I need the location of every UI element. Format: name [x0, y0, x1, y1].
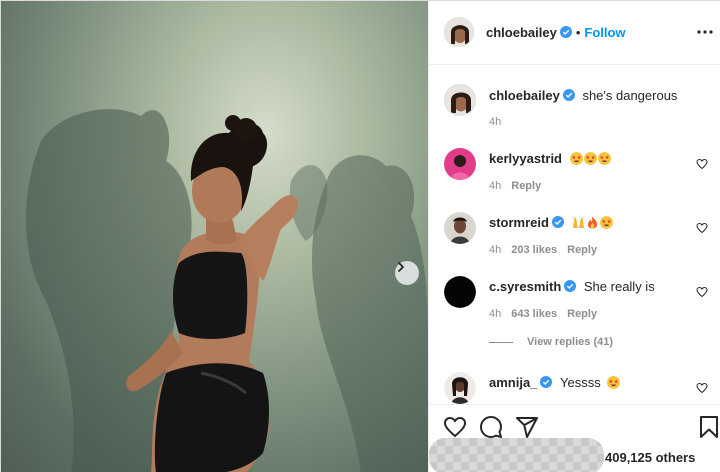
fire-emoji-icon	[587, 216, 597, 229]
comment-username[interactable]: kerlyyastrid	[489, 151, 562, 166]
view-replies-divider	[489, 341, 513, 343]
avatar[interactable]	[444, 372, 476, 404]
heart-outline-icon[interactable]	[443, 415, 467, 439]
comment-likes[interactable]: 643 likes	[511, 308, 557, 320]
verified-badge-icon	[559, 26, 572, 38]
next-photo-button[interactable]	[395, 261, 419, 285]
avatar[interactable]	[444, 212, 476, 244]
verified-badge-icon	[564, 280, 577, 292]
caption-text: she's dangerous	[582, 88, 678, 103]
view-replies-label: View replies (41)	[527, 336, 614, 348]
likes-count[interactable]: 409,125 others	[605, 450, 695, 465]
comment-emojis	[569, 151, 612, 166]
star-struck-emoji-icon	[583, 152, 597, 165]
avatar-image	[445, 18, 473, 46]
comment-time[interactable]: 4h	[489, 244, 501, 256]
comment-text-line: stormreid	[489, 214, 614, 232]
caption-row: chloebailey she's dangerous 4h	[429, 84, 720, 134]
avatar-image	[445, 85, 475, 115]
raising-hands-emoji-icon	[572, 216, 584, 228]
caption-meta: 4h	[489, 116, 511, 128]
comment-time[interactable]: 4h	[489, 180, 501, 192]
paper-plane-icon[interactable]	[515, 415, 539, 439]
comment-text-line: kerlyyastrid	[489, 150, 612, 168]
comment-text-line: amnija_ Yessss	[489, 374, 621, 392]
comments-list[interactable]: chloebailey she's dangerous 4h kerlyyast…	[429, 66, 720, 404]
comment-row: c.syresmith She really is 4h 643 likes Rep…	[429, 276, 720, 326]
reply-button[interactable]: Reply	[567, 308, 597, 320]
verified-badge-icon	[562, 89, 575, 101]
caption-text-line: chloebailey she's dangerous	[489, 87, 677, 105]
heart-outline-icon[interactable]	[696, 286, 708, 298]
reply-button[interactable]: Reply	[511, 180, 541, 192]
caption-username[interactable]: chloebailey	[489, 88, 560, 103]
verified-badge-icon	[540, 376, 553, 388]
post-side-panel: chloebailey • Follow chloebailey she's d…	[428, 1, 720, 472]
comment-text-line: c.syresmith She really is	[489, 278, 655, 296]
post-photo[interactable]	[1, 1, 428, 472]
post-dialog: chloebailey • Follow chloebailey she's d…	[0, 0, 720, 472]
avatar-image	[444, 372, 476, 404]
comment-emojis	[572, 215, 614, 230]
comment-text: Yessss	[560, 375, 601, 390]
more-horizontal-icon[interactable]	[696, 23, 714, 41]
comment-meta: 4h Reply	[489, 180, 551, 192]
avatar-image	[444, 276, 476, 308]
star-struck-emoji-icon	[597, 152, 611, 165]
avatar[interactable]	[444, 17, 474, 47]
comment-username[interactable]: stormreid	[489, 215, 549, 230]
avatar-image	[444, 148, 476, 180]
view-replies-button[interactable]: View replies (41)	[489, 336, 613, 348]
comment-meta: 4h 643 likes Reply	[489, 308, 607, 320]
heart-outline-icon[interactable]	[696, 158, 708, 170]
comment-username[interactable]: amnija_	[489, 375, 537, 390]
comment-meta: 4h 203 likes Reply	[489, 244, 607, 256]
avatar[interactable]	[444, 276, 476, 308]
comment-username[interactable]: c.syresmith	[489, 279, 561, 294]
caption-time[interactable]: 4h	[489, 116, 501, 128]
avatar-image	[444, 212, 476, 244]
avatar[interactable]	[444, 84, 476, 116]
comment-icon[interactable]	[479, 415, 503, 439]
star-struck-emoji-icon	[599, 216, 613, 229]
header-user-line: chloebailey • Follow	[486, 24, 626, 42]
post-header: chloebailey • Follow	[429, 1, 720, 65]
post-actions: 409,125 others	[429, 404, 720, 472]
bookmark-icon[interactable]	[697, 415, 720, 439]
comment-row: amnija_ Yessss	[429, 372, 720, 404]
avatar[interactable]	[444, 148, 476, 180]
comment-text: She really is	[583, 279, 655, 294]
comment-time[interactable]: 4h	[489, 308, 501, 320]
likes-redacted-area	[429, 438, 604, 472]
star-struck-emoji-icon	[607, 376, 621, 389]
heart-outline-icon[interactable]	[696, 382, 708, 394]
chevron-right-icon	[398, 262, 404, 272]
verified-badge-icon	[551, 216, 564, 228]
heart-outline-icon[interactable]	[696, 222, 708, 234]
follow-button[interactable]: Follow	[584, 25, 625, 40]
header-separator: •	[575, 25, 581, 40]
reply-button[interactable]: Reply	[567, 244, 597, 256]
photo-illustration	[26, 109, 428, 472]
star-struck-emoji-icon	[569, 152, 583, 165]
comment-likes[interactable]: 203 likes	[511, 244, 557, 256]
header-username[interactable]: chloebailey	[486, 25, 557, 40]
comment-row: kerlyyastrid 4h Reply	[429, 148, 720, 198]
comment-row: stormreid 4h 203 likes Reply	[429, 212, 720, 262]
